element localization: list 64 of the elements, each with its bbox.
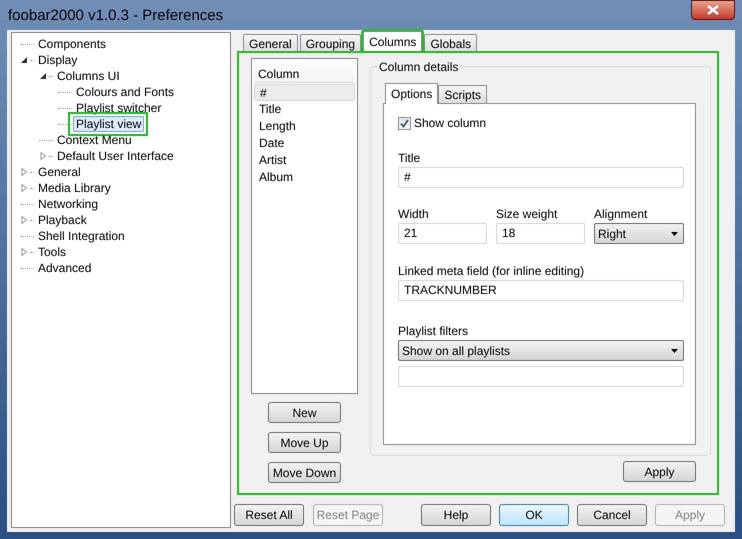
tree-item[interactable]: Playlist view xyxy=(73,116,144,132)
tree-item[interactable]: Playlist switcher xyxy=(73,100,164,116)
tree-item[interactable]: Playback xyxy=(35,212,90,228)
button[interactable]: New xyxy=(268,402,341,423)
tree-item[interactable]: Tools xyxy=(35,244,70,260)
button[interactable]: Help xyxy=(421,504,491,526)
button[interactable]: Move Down xyxy=(268,462,341,483)
dropdown-value: Show on all playlists xyxy=(402,342,510,360)
apply-button[interactable]: Apply xyxy=(623,461,696,482)
input-field[interactable]: # xyxy=(398,167,684,188)
tree-item[interactable]: Media Library xyxy=(35,180,114,196)
tab[interactable]: Grouping xyxy=(300,34,362,51)
dropdown-arrow-icon xyxy=(671,348,678,352)
close-icon xyxy=(707,5,719,15)
tree-item[interactable]: General xyxy=(35,164,84,180)
dropdown[interactable]: Right xyxy=(594,223,684,244)
expanded-arrow-icon[interactable] xyxy=(39,72,47,80)
dropdown[interactable]: Show on all playlists xyxy=(398,340,684,361)
dropdown-value: Right xyxy=(598,226,626,242)
tree-item[interactable]: Default User Interface xyxy=(54,148,177,164)
checkbox-label: Show column xyxy=(414,115,486,132)
tree-item[interactable]: Colours and Fonts xyxy=(73,84,178,100)
tab[interactable]: Options xyxy=(385,83,438,104)
input-field[interactable] xyxy=(398,366,684,387)
window-title: foobar2000 v1.0.3 - Preferences xyxy=(8,6,224,26)
button[interactable]: Cancel xyxy=(577,504,647,526)
list-item[interactable]: Title xyxy=(254,101,355,118)
tree-item[interactable]: Components xyxy=(35,36,110,52)
tab[interactable]: General xyxy=(243,34,298,51)
input-field[interactable]: 18 xyxy=(496,223,585,244)
tree-item[interactable]: Networking xyxy=(35,196,102,212)
input-field[interactable]: 21 xyxy=(398,223,487,244)
collapsed-arrow-icon[interactable] xyxy=(20,248,28,256)
checkbox[interactable] xyxy=(398,116,411,130)
tab[interactable]: Globals xyxy=(424,34,478,51)
collapsed-arrow-icon[interactable] xyxy=(20,168,28,176)
field-label: Size weight xyxy=(496,206,558,223)
tree-item[interactable]: Columns UI xyxy=(54,68,123,84)
tree-item[interactable]: Advanced xyxy=(35,260,94,276)
button[interactable]: OK xyxy=(499,504,569,526)
list-item[interactable]: Album xyxy=(254,169,355,186)
tab[interactable]: Columns xyxy=(363,31,422,51)
list-item[interactable]: Artist xyxy=(254,152,355,169)
expanded-arrow-icon[interactable] xyxy=(20,56,28,64)
button[interactable]: Move Up xyxy=(268,432,341,453)
list-item[interactable]: # xyxy=(254,84,355,101)
list-item[interactable]: Date xyxy=(254,135,355,152)
field-label: Playlist filters xyxy=(398,323,470,340)
tree-item[interactable]: Display xyxy=(35,52,80,68)
tree-item[interactable]: Shell Integration xyxy=(35,228,128,244)
button[interactable]: Reset All xyxy=(234,504,304,526)
collapsed-arrow-icon[interactable] xyxy=(20,184,28,192)
collapsed-arrow-icon[interactable] xyxy=(39,152,47,160)
tab[interactable]: Scripts xyxy=(438,85,488,103)
close-button[interactable] xyxy=(691,0,735,20)
field-label: Alignment xyxy=(594,206,648,223)
dropdown-arrow-icon xyxy=(671,232,678,236)
field-label: Title xyxy=(398,150,422,167)
field-label: Width xyxy=(398,206,430,223)
field-label: Linked meta field (for inline editing) xyxy=(398,263,586,280)
collapsed-arrow-icon[interactable] xyxy=(20,216,28,224)
list-item[interactable]: Length xyxy=(254,118,355,135)
tree-item[interactable]: Context Menu xyxy=(54,132,135,148)
input-field[interactable]: TRACKNUMBER xyxy=(398,280,684,301)
